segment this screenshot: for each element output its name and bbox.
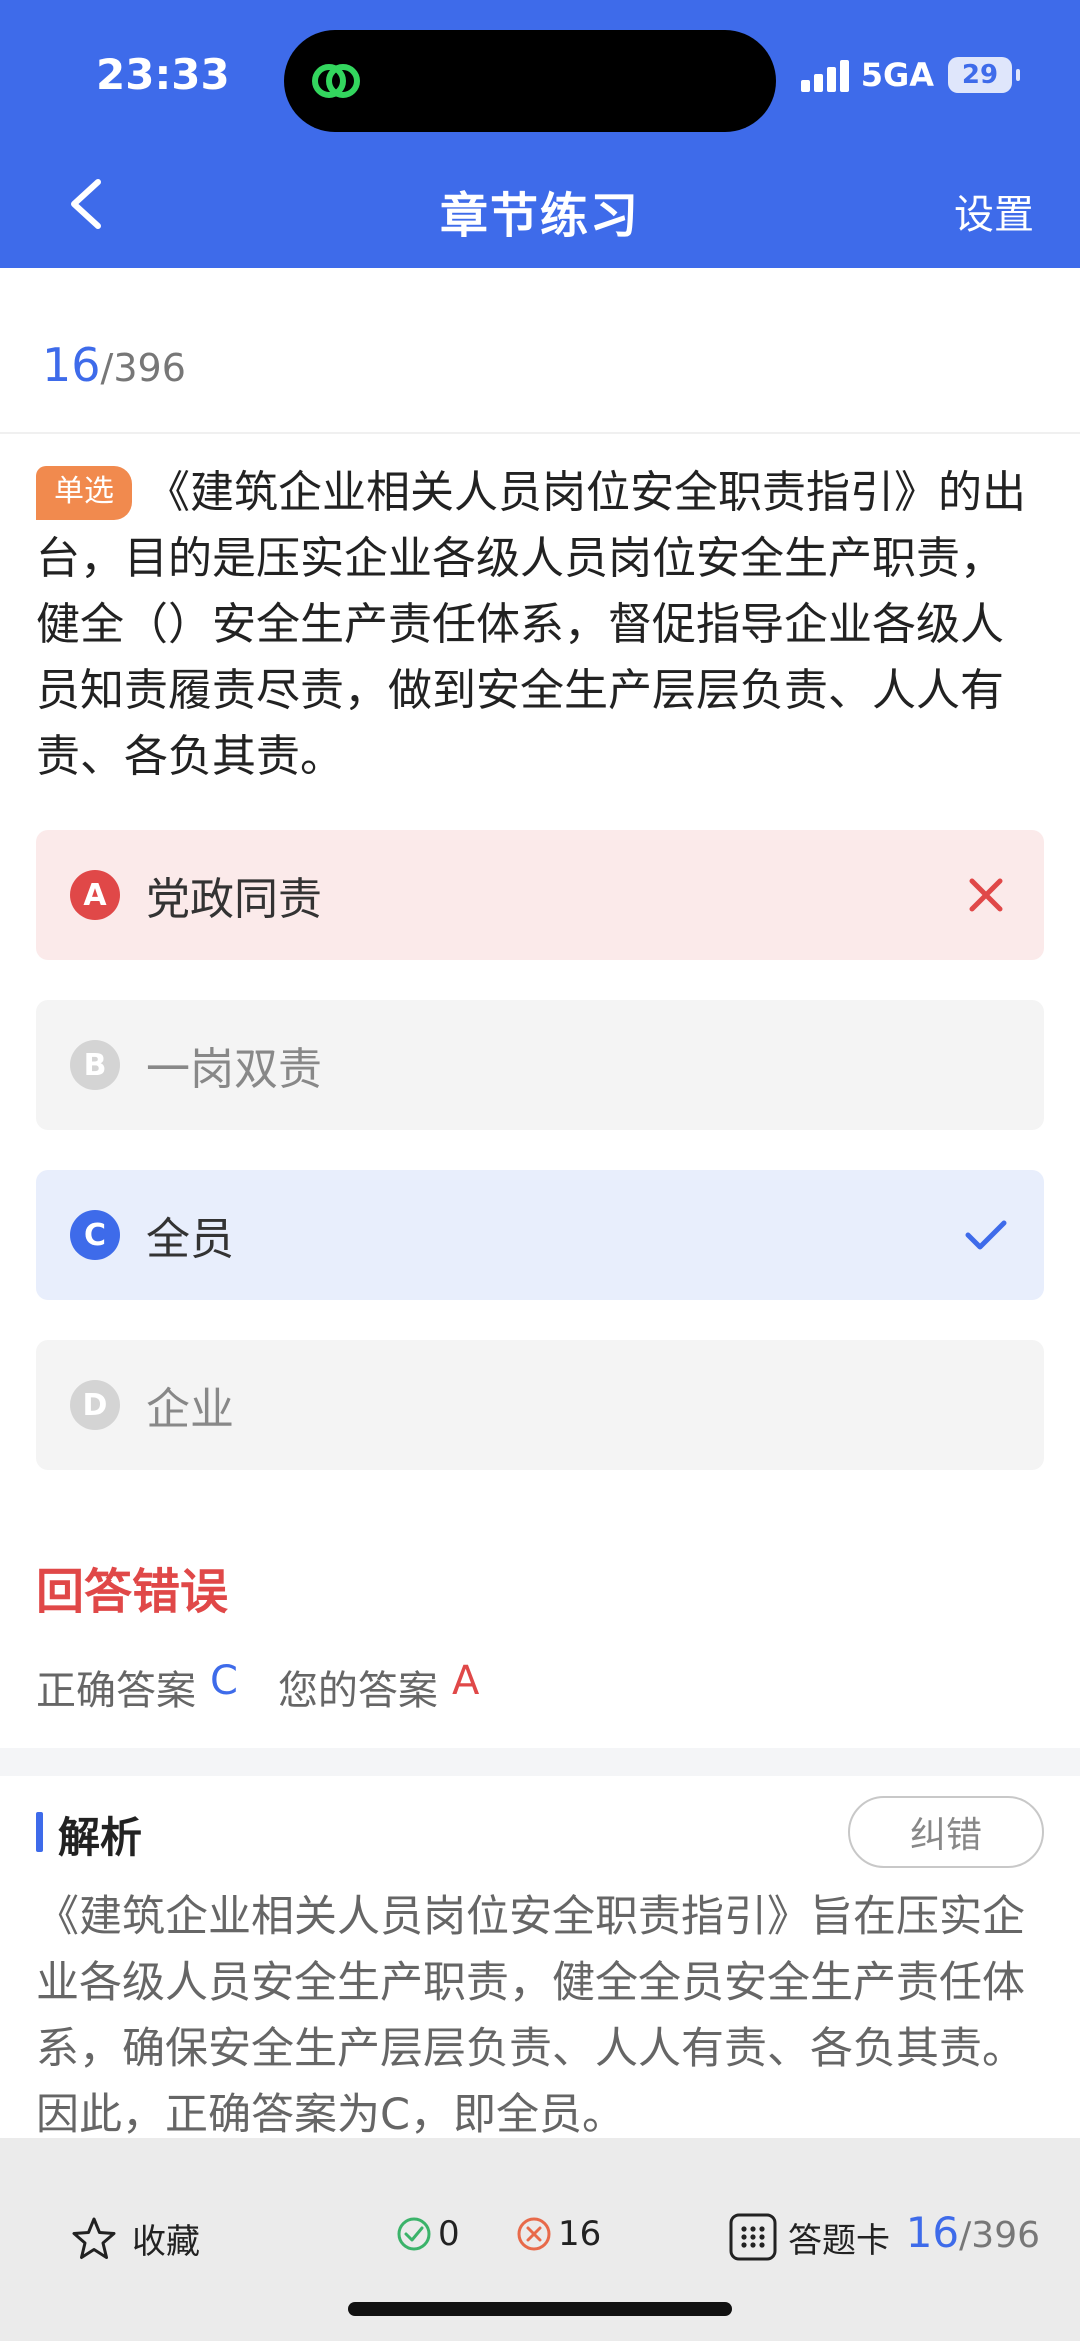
option-letter: B (70, 1040, 120, 1090)
bottom-progress: 16/396 (906, 2208, 1040, 2257)
status-time: 23:33 (96, 50, 230, 99)
option-letter: D (70, 1380, 120, 1430)
top-header: 23:33 5GA 29 章节练习 设置 (0, 0, 1080, 268)
wrong-count: 16 (516, 2214, 601, 2254)
battery-icon: 29 (948, 57, 1020, 93)
settings-button[interactable]: 设置 (954, 182, 1034, 240)
check-circle-icon (397, 2217, 431, 2251)
result-title: 回答错误 (36, 1564, 229, 1620)
question-text: 《建筑企业相关人员岗位安全职责指引》的出台，目的是压实企业各级人员岗位安全生产职… (36, 467, 1026, 782)
correct-count-value: 0 (438, 2214, 460, 2254)
analysis-accent-bar (36, 1812, 43, 1852)
question-type-badge: 单选 (36, 466, 132, 520)
wrong-count-value: 16 (558, 2214, 602, 2254)
analysis-text: 《建筑企业相关人员岗位安全职责指引》旨在压实企业各级人员安全生产职责，健全全员安… (36, 1892, 1025, 2140)
option-text: 一岗双责 (146, 1044, 322, 1095)
section-separator (0, 1748, 1080, 1776)
answer-card-label: 答题卡 (788, 2220, 890, 2261)
favorite-label: 收藏 (132, 2222, 200, 2262)
option-letter: A (70, 870, 120, 920)
bottom-progress-current: 16 (905, 2208, 960, 2257)
option-b[interactable]: B 一岗双责 (36, 1000, 1044, 1130)
option-c[interactable]: C 全员 (36, 1170, 1044, 1300)
network-label: 5GA (860, 56, 934, 94)
your-answer-label: 您的答案 (277, 1668, 438, 1714)
correct-answer-label: 正确答案 (36, 1668, 196, 1714)
status-indicators: 5GA 29 (800, 56, 1020, 94)
answer-summary: 正确答案 C 您的答案 A (36, 1658, 479, 1716)
correct-answer-value: C (210, 1658, 238, 1704)
option-text: 全员 (146, 1214, 234, 1265)
grid-icon (729, 2213, 777, 2261)
answer-card-button[interactable]: 答题卡 (728, 2212, 890, 2262)
star-icon (72, 2217, 116, 2259)
favorite-button[interactable]: 收藏 (70, 2214, 200, 2263)
page-title: 章节练习 (439, 188, 640, 244)
home-indicator[interactable] (348, 2302, 732, 2316)
wrong-x-icon (969, 878, 1003, 912)
x-circle-icon (517, 2217, 551, 2251)
progress-current: 16 (42, 338, 101, 392)
analysis-title: 解析 (58, 1813, 143, 1862)
app-link-icon (312, 64, 360, 98)
question-progress: 16/396 (42, 338, 186, 392)
progress-total: /396 (100, 346, 186, 390)
your-answer-value: A (451, 1658, 480, 1704)
signal-icon (800, 58, 849, 92)
bottom-progress-total: /396 (959, 2215, 1040, 2256)
option-a[interactable]: A 党政同责 (36, 830, 1044, 960)
option-letter: C (70, 1210, 120, 1260)
option-text: 企业 (146, 1384, 234, 1435)
correct-count: 0 (396, 2214, 460, 2254)
option-d[interactable]: D 企业 (36, 1340, 1044, 1470)
dynamic-island (284, 30, 776, 132)
report-error-button[interactable]: 纠错 (848, 1796, 1044, 1868)
option-text: 党政同责 (146, 874, 322, 925)
question-stem: 单选 《建筑企业相关人员岗位安全职责指引》的出台，目的是压实企业各级人员岗位安全生… (36, 460, 1046, 790)
correct-check-icon (965, 1220, 1007, 1250)
divider (0, 432, 1080, 434)
